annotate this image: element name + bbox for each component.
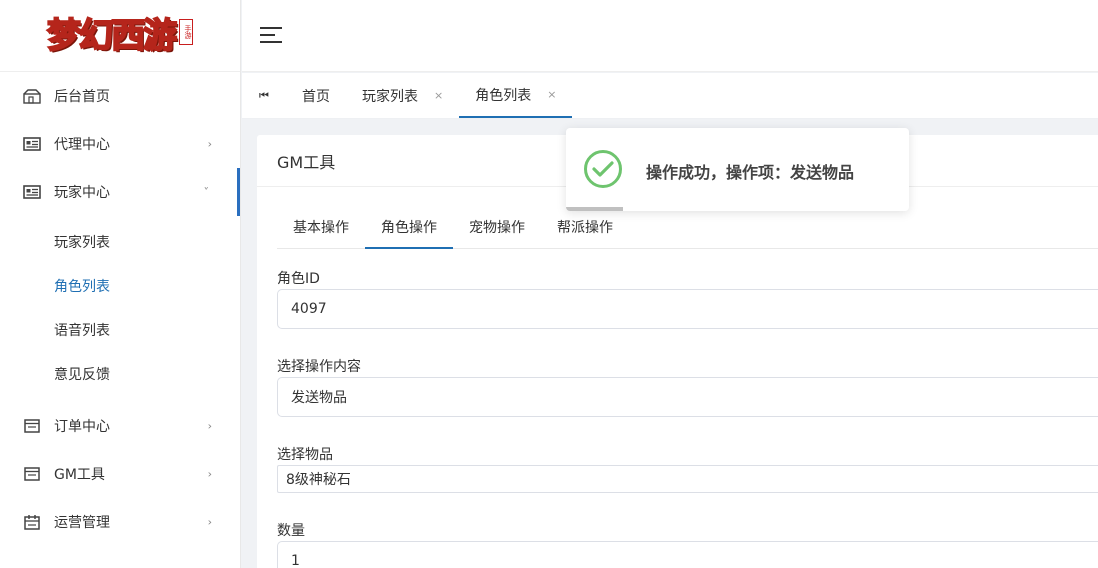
sidebar-subitem-player-list[interactable]: 玩家列表	[0, 220, 240, 264]
chevron-right-icon: ›	[207, 515, 212, 529]
role-id-input[interactable]: 4097	[277, 289, 1098, 329]
tab-player-list[interactable]: 玩家列表 ×	[346, 73, 459, 118]
sidebar-subitem-feedback[interactable]: 意见反馈	[0, 352, 240, 396]
toast-message: 操作成功，操作项：发送物品	[646, 163, 855, 182]
sidebar-item-operations[interactable]: 运营管理 ›	[0, 498, 240, 546]
submenu-player-center: 玩家列表 角色列表 语音列表 意见反馈	[0, 216, 240, 402]
home-icon	[22, 86, 42, 106]
sidebar-subitem-voice-list[interactable]: 语音列表	[0, 308, 240, 352]
tab-role-list[interactable]: 角色列表 ×	[459, 73, 573, 118]
logo-seal: 手游	[179, 18, 193, 45]
sidebar: 梦幻西游 手游 后台首页 代理中心 › 玩家中心 ˅ 玩家列表 角色列表 语音列…	[0, 0, 241, 568]
sidebar-item-label: 后台首页	[54, 89, 110, 105]
id-card-icon	[22, 182, 42, 202]
operation-select[interactable]: 发送物品	[277, 377, 1098, 417]
close-icon[interactable]: ×	[547, 88, 556, 101]
list-icon	[22, 416, 42, 436]
list-icon	[22, 464, 42, 484]
top-header	[242, 0, 1098, 72]
item-select[interactable]: 8级神秘石	[277, 465, 1098, 493]
menu-toggle-icon[interactable]	[260, 27, 282, 45]
sidebar-item-agent-center[interactable]: 代理中心 ›	[0, 120, 240, 168]
chevron-right-icon: ›	[207, 419, 212, 433]
sidebar-item-label: 运营管理	[54, 515, 110, 531]
skip-back-icon[interactable]: ⏮	[242, 73, 286, 118]
tab-basic-ops[interactable]: 基本操作	[277, 213, 365, 249]
logo[interactable]: 梦幻西游 手游	[46, 11, 193, 61]
sidebar-item-player-center[interactable]: 玩家中心 ˅	[0, 168, 240, 216]
role-id-label: 角色ID	[277, 271, 320, 287]
tab-pet-ops[interactable]: 宠物操作	[453, 213, 541, 249]
chevron-down-icon: ˅	[203, 185, 210, 199]
gm-inner-tabs: 基本操作 角色操作 宠物操作 帮派操作	[277, 213, 1098, 249]
sidebar-subitem-role-list[interactable]: 角色列表	[0, 264, 240, 308]
sidebar-item-label: 订单中心	[54, 419, 110, 435]
sidebar-item-gm-tools[interactable]: GM工具 ›	[0, 450, 240, 498]
chevron-right-icon: ›	[207, 137, 212, 151]
sidebar-item-label: 代理中心	[54, 137, 110, 153]
tab-role-ops[interactable]: 角色操作	[365, 213, 453, 249]
toast-progress-bar	[566, 207, 623, 211]
tab-guild-ops[interactable]: 帮派操作	[541, 213, 629, 249]
quantity-input[interactable]: 1	[277, 541, 1098, 568]
page-tabs-bar: ⏮ 首页 玩家列表 × 角色列表 ×	[242, 73, 1098, 119]
tab-label: 首页	[302, 88, 330, 105]
tab-label: 玩家列表	[362, 88, 418, 105]
calendar-icon	[22, 512, 42, 532]
chevron-right-icon: ›	[207, 467, 212, 481]
logo-area: 梦幻西游 手游	[0, 0, 240, 72]
tab-label: 角色列表	[475, 87, 532, 104]
close-icon[interactable]: ×	[434, 89, 443, 102]
item-label: 选择物品	[277, 447, 333, 463]
sidebar-item-dashboard[interactable]: 后台首页	[0, 72, 240, 120]
sidebar-item-label: GM工具	[54, 467, 105, 483]
operation-label: 选择操作内容	[277, 359, 361, 375]
success-toast: 操作成功，操作项：发送物品	[566, 128, 909, 211]
quantity-label: 数量	[277, 523, 305, 539]
logo-text: 梦幻西游	[46, 15, 178, 57]
id-card-icon	[22, 134, 42, 154]
check-circle-icon	[584, 150, 622, 188]
sidebar-item-order-center[interactable]: 订单中心 ›	[0, 402, 240, 450]
sidebar-item-label: 玩家中心	[54, 185, 110, 201]
tab-home[interactable]: 首页	[286, 73, 346, 118]
